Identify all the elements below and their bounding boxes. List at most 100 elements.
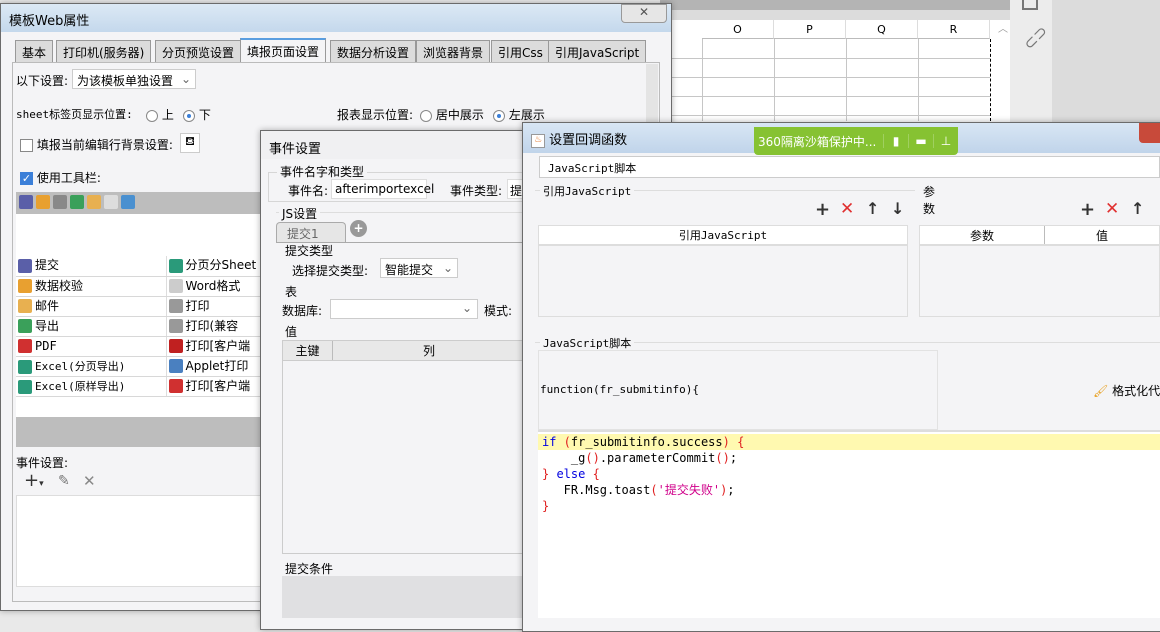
add-param-icon[interactable]: + bbox=[1080, 199, 1095, 220]
radio-sheet-bottom[interactable]: 下 bbox=[183, 106, 211, 123]
close-button[interactable]: ✕ bbox=[621, 4, 667, 23]
column-header-column[interactable]: 列 bbox=[333, 341, 525, 360]
param-table[interactable]: 参数 值 bbox=[919, 225, 1160, 317]
sandbox-label: 360隔离沙箱保护中... bbox=[758, 134, 877, 149]
list-item[interactable]: 邮件 打印 bbox=[16, 296, 262, 317]
radio-label: 居中展示 bbox=[435, 108, 484, 122]
script-type-select[interactable]: JavaScript脚本 bbox=[539, 156, 1160, 178]
sheet-toolbar-strip bbox=[660, 0, 1050, 10]
list-item[interactable]: 导出 打印(兼容 bbox=[16, 316, 262, 337]
edit-icon[interactable]: ✎ bbox=[58, 473, 70, 489]
tab-submit1[interactable]: 提交1 bbox=[276, 222, 346, 242]
button-label: 打印[客户端 bbox=[185, 338, 251, 353]
format-code-button[interactable]: 🖌 格式化代 bbox=[1093, 382, 1160, 399]
function-header-box: function(fr_submitinfo){ bbox=[538, 350, 938, 430]
radio-sheet-top[interactable]: 上 bbox=[146, 106, 174, 123]
sheet-toolbar-strip-2 bbox=[660, 10, 1050, 20]
condition-area[interactable] bbox=[282, 576, 526, 618]
delete-icon[interactable]: ✕ bbox=[840, 199, 854, 219]
group-title: 提交条件 bbox=[285, 562, 334, 576]
group-title: 提交类型 bbox=[285, 244, 334, 258]
grid-line bbox=[774, 39, 775, 121]
database-select[interactable]: ⌄ bbox=[330, 299, 478, 319]
toolbar-checkbox[interactable]: ✓ 使用工具栏: bbox=[20, 169, 101, 186]
move-up-icon[interactable]: ↑ bbox=[866, 199, 879, 218]
column-header-r[interactable]: R bbox=[918, 20, 990, 39]
brush-icon: 🖌 bbox=[1093, 384, 1109, 398]
radio-left[interactable]: 左展示 bbox=[493, 106, 545, 123]
check-icon: ✓ bbox=[20, 172, 33, 185]
tab-basic[interactable]: 基本 bbox=[15, 40, 54, 62]
submit-type-value: 智能提交 bbox=[385, 263, 434, 277]
tab-browser-bg[interactable]: 浏览器背景 bbox=[416, 40, 491, 62]
button-list: 提交 分页分Sheet 数据校验 Word格式 邮件 打印 导出 打印(兼容 PDF 打印… bbox=[16, 256, 262, 397]
link-icon[interactable]: ⊂⊃ bbox=[1019, 21, 1051, 53]
radio-icon bbox=[493, 109, 505, 122]
add-tab-icon[interactable]: + bbox=[350, 220, 367, 237]
tree-icon bbox=[104, 194, 118, 209]
checkbox-label: 填报当前编辑行背景设置: bbox=[36, 138, 173, 152]
setting-select[interactable]: 为该模板单独设置 ⌄ bbox=[72, 69, 196, 89]
title-bar: 事件设置 bbox=[261, 131, 525, 159]
window-title: 模板Web属性 bbox=[9, 14, 90, 29]
list-item[interactable]: 提交 分页分Sheet bbox=[16, 256, 262, 277]
layout-icon[interactable] bbox=[1022, 0, 1038, 10]
list-item[interactable]: 数据校验 Word格式 bbox=[16, 276, 262, 297]
button-label: Excel(分页导出) bbox=[35, 359, 126, 373]
column-header-value[interactable]: 值 bbox=[1045, 226, 1159, 244]
delete-param-icon[interactable]: ✕ bbox=[1105, 199, 1119, 219]
tab-page-preview[interactable]: 分页预览设置 bbox=[155, 40, 242, 62]
close-button[interactable] bbox=[1139, 123, 1160, 143]
ref-js-table[interactable]: 引用JavaScript bbox=[538, 225, 908, 317]
button-label: 打印 bbox=[185, 298, 210, 313]
column-header-param[interactable]: 参数 bbox=[920, 226, 1045, 244]
desktop-icon[interactable]: ▮ bbox=[883, 134, 908, 148]
row-bg-checkbox[interactable]: 填报当前编辑行背景设置: bbox=[20, 136, 173, 153]
paint-bucket-button[interactable]: ⛾ bbox=[180, 133, 200, 153]
submit-type-select[interactable]: 智能提交 ⌄ bbox=[380, 258, 458, 278]
toolbar-preview bbox=[16, 192, 262, 214]
list-item[interactable]: Excel(分页导出) Applet打印 bbox=[16, 356, 262, 377]
button-label: 邮件 bbox=[35, 298, 60, 313]
add-icon[interactable]: +▾ bbox=[24, 470, 44, 491]
sandbox-banner: 360隔离沙箱保护中... ▮ ▬ ⊥ bbox=[754, 127, 958, 155]
toolbar-blank bbox=[16, 214, 262, 256]
title-bar: 模板Web属性 bbox=[1, 4, 671, 32]
group-title: 事件名字和类型 bbox=[277, 163, 368, 180]
column-header-p[interactable]: P bbox=[774, 20, 846, 39]
column-header-key[interactable]: 主键 bbox=[283, 341, 333, 360]
radio-icon bbox=[146, 109, 158, 122]
grid-line bbox=[702, 39, 703, 121]
column-header-o[interactable]: O bbox=[702, 20, 774, 39]
value-table[interactable]: 主键 列 bbox=[282, 340, 526, 554]
radio-icon bbox=[420, 109, 432, 122]
code-editor[interactable]: if (fr_submitinfo.success) { _g().parame… bbox=[538, 430, 1160, 618]
tab-css[interactable]: 引用Css bbox=[491, 40, 550, 62]
button-label: 打印[客户端 bbox=[185, 378, 251, 393]
tab-printer[interactable]: 打印机(服务器) bbox=[56, 40, 152, 62]
tab-data-analysis[interactable]: 数据分析设置 bbox=[330, 40, 417, 62]
checkbox-icon bbox=[20, 139, 33, 152]
button-label: Applet打印 bbox=[185, 358, 249, 373]
list-item[interactable]: PDF 打印[客户端 bbox=[16, 336, 262, 357]
delete-icon[interactable]: ✕ bbox=[83, 472, 96, 490]
list-item[interactable]: Excel(原样导出) 打印[客户端 bbox=[16, 376, 262, 397]
radio-label: 下 bbox=[198, 108, 211, 122]
column-header-q[interactable]: Q bbox=[846, 20, 918, 39]
move-up-param-icon[interactable]: ↑ bbox=[1131, 199, 1144, 218]
grid-line bbox=[846, 39, 847, 121]
event-name-input[interactable]: afterimportexcel bbox=[331, 179, 434, 199]
checkbox-label: 使用工具栏: bbox=[36, 171, 101, 185]
setting-value: 为该模板单独设置 bbox=[77, 74, 174, 88]
column-header-ref-js[interactable]: 引用JavaScript bbox=[539, 226, 907, 246]
radio-center[interactable]: 居中展示 bbox=[420, 106, 484, 123]
folder-icon[interactable]: ▬ bbox=[908, 134, 933, 148]
pin-icon[interactable]: ⊥ bbox=[933, 134, 958, 148]
scroll-up-icon[interactable]: ︿ bbox=[996, 20, 1010, 38]
move-down-icon[interactable]: ↓ bbox=[891, 199, 904, 218]
tab-javascript[interactable]: 引用JavaScript bbox=[548, 40, 647, 62]
tab-fill-page[interactable]: 填报页面设置 bbox=[240, 38, 327, 63]
add-icon[interactable]: + bbox=[815, 199, 830, 220]
button-label: PDF bbox=[35, 338, 57, 353]
event-list[interactable] bbox=[16, 495, 262, 587]
